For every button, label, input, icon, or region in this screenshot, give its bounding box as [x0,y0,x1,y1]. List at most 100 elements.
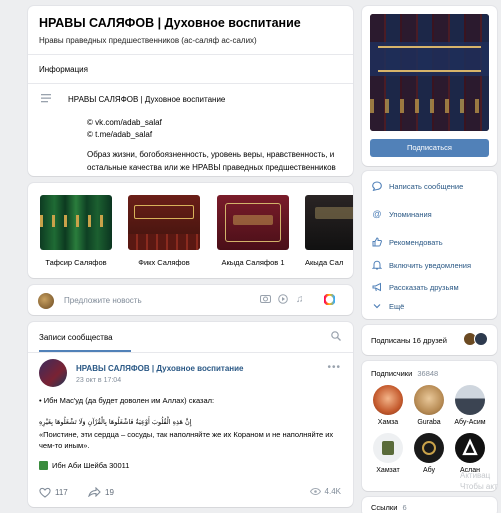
telegram-link[interactable]: © t.me/adab_salaf [87,130,152,139]
menu-item-notifications[interactable]: Включить уведомления [372,260,471,270]
menu-label: Написать сообщение [389,181,464,191]
menu-label: Ещё [389,301,405,311]
product-label: Тафсир Саляфов [45,258,107,267]
group-info-card: НРАВЫ САЛЯФОВ | Духовное воспитание Нрав… [28,6,353,176]
divider [28,54,353,55]
links-block[interactable]: Ссылки 6 [362,497,497,513]
subscriber-item[interactable]: Guraba [409,385,449,426]
activation-watermark: Активац Чтобы акт [460,470,498,492]
links-count: 6 [402,503,407,512]
menu-label: Рекомендовать [389,237,443,247]
post-date[interactable]: 23 окт в 17:04 [76,377,121,384]
products-carousel: Тафсир Саляфов Фикх Саляфов Акыда Саляфо… [28,183,353,278]
divider [28,352,353,353]
product-label: Акыда Сал [305,258,344,267]
message-icon [372,181,382,191]
more-icon[interactable]: ••• [327,362,341,373]
product-item[interactable]: Фикх Саляфов [128,195,200,267]
subscriber-item[interactable]: Абу [409,433,449,474]
user-avatar [38,293,54,309]
menu-item-message[interactable]: Написать сообщение [372,181,463,191]
subscribers-label: Подписчики [371,369,413,378]
megaphone-icon [372,282,382,292]
friend-avatar [474,332,488,346]
vk-link[interactable]: © vk.com/adab_salaf [87,118,162,127]
subscriber-item[interactable]: Абу-Асим [450,385,490,426]
menu-item-recommend[interactable]: Рекомендовать [372,237,443,247]
subscriber-avatar [414,385,444,415]
at-icon: @ [372,209,382,219]
info-tab[interactable]: Информация [39,65,88,74]
subscriber-avatar [455,385,485,415]
post-source-row: Ибн Аби Шейба 30011 [39,460,339,471]
menu-label: Включить уведомления [389,260,472,270]
like-button[interactable]: 117 [39,487,68,498]
group-status: Нравы праведных предшественников (ас-сал… [39,36,257,45]
subscriber-name: Хамза [377,419,399,426]
chevron-down-icon [372,301,382,311]
post-author-avatar[interactable] [39,359,67,387]
subscribe-button[interactable]: Подписаться [370,139,489,157]
subscriber-item[interactable]: Хамза [368,385,408,426]
subscriber-item[interactable]: Аслан [450,433,490,474]
search-icon[interactable] [331,331,341,341]
camera-icon[interactable] [260,294,271,306]
post-text-line: • Ибн Мас'уд (да будет доволен им Аллах)… [39,396,215,405]
post-source: Ибн Аби Шейба 30011 [52,461,130,470]
suggest-post-input[interactable]: Предложите новость [64,296,142,305]
views-counter: 4.4K [309,487,341,496]
watermark-line: Чтобы акт [460,482,498,491]
video-icon[interactable] [278,294,288,307]
subscribers-header[interactable]: Подписчики 36848 [371,369,438,378]
heart-icon [39,487,51,498]
product-label: Фикх Саляфов [138,258,190,267]
subscriber-avatar [414,433,444,463]
book-icon [39,461,48,470]
suggest-post-box[interactable]: Предложите новость ♫ [28,285,353,315]
product-image [305,195,353,250]
product-label: Акыда Саляфов 1 [221,258,285,267]
tab-community-posts[interactable]: Записи сообщества [39,333,113,342]
thumbs-up-icon [372,237,382,247]
subscriber-avatar [455,433,485,463]
wall: Записи сообщества НРАВЫ САЛЯФОВ | Духовн… [28,322,353,507]
share-icon [88,487,101,497]
group-cover-image [370,14,489,131]
music-icon[interactable]: ♫ [296,294,304,305]
watermark-line: Активац [460,471,491,480]
bell-icon [372,260,382,270]
subscriber-item[interactable]: Хамзат [368,433,408,474]
share-button[interactable]: 19 [88,487,114,497]
links-header: Ссылки 6 [371,503,407,512]
menu-item-tell-friends[interactable]: Рассказать друзьям [372,282,459,292]
group-title: НРАВЫ САЛЯФОВ | Духовное воспитание [39,16,301,30]
product-item[interactable]: Акыда Сал [305,195,353,267]
subscriber-name: Хамзат [376,467,400,474]
subscriber-name: Абу [422,467,436,474]
post-arabic-text: إِنَّ هَذِهِ الْقُلُوبَ أَوْعِيَةٌ فَاشْ… [39,418,192,426]
description-title: НРАВЫ САЛЯФОВ | Духовное воспитание [68,95,226,104]
product-item[interactable]: Тафсир Саляфов [40,195,112,267]
friends-subscribed-label: Подписаны 16 друзей [371,336,447,345]
color-wheel-icon[interactable] [323,293,336,308]
menu-item-mentions[interactable]: @ Упоминания [372,209,432,219]
product-image [217,195,289,250]
friends-subscribed[interactable]: Подписаны 16 друзей [362,325,497,355]
eye-icon [309,488,321,495]
description-text: Образ жизни, богобоязненность, уровень в… [87,150,336,172]
share-count: 19 [105,487,114,497]
subscriber-name: Абу-Асим [454,419,486,426]
product-image [128,195,200,250]
like-count: 117 [55,488,68,497]
menu-label: Рассказать друзьям [389,282,459,292]
divider [28,83,353,84]
menu-item-more[interactable]: Ещё [372,301,404,311]
subscriber-avatar [373,385,403,415]
menu-label: Упоминания [389,209,432,219]
product-image [40,195,112,250]
post-quote: «Поистине, эти сердца – сосуды, так напо… [39,430,334,450]
subscriber-avatar [373,433,403,463]
post-author[interactable]: НРАВЫ САЛЯФОВ | Духовное воспитание [76,364,244,373]
product-item[interactable]: Акыда Саляфов 1 [217,195,289,267]
cover-card: Подписаться [362,6,497,166]
